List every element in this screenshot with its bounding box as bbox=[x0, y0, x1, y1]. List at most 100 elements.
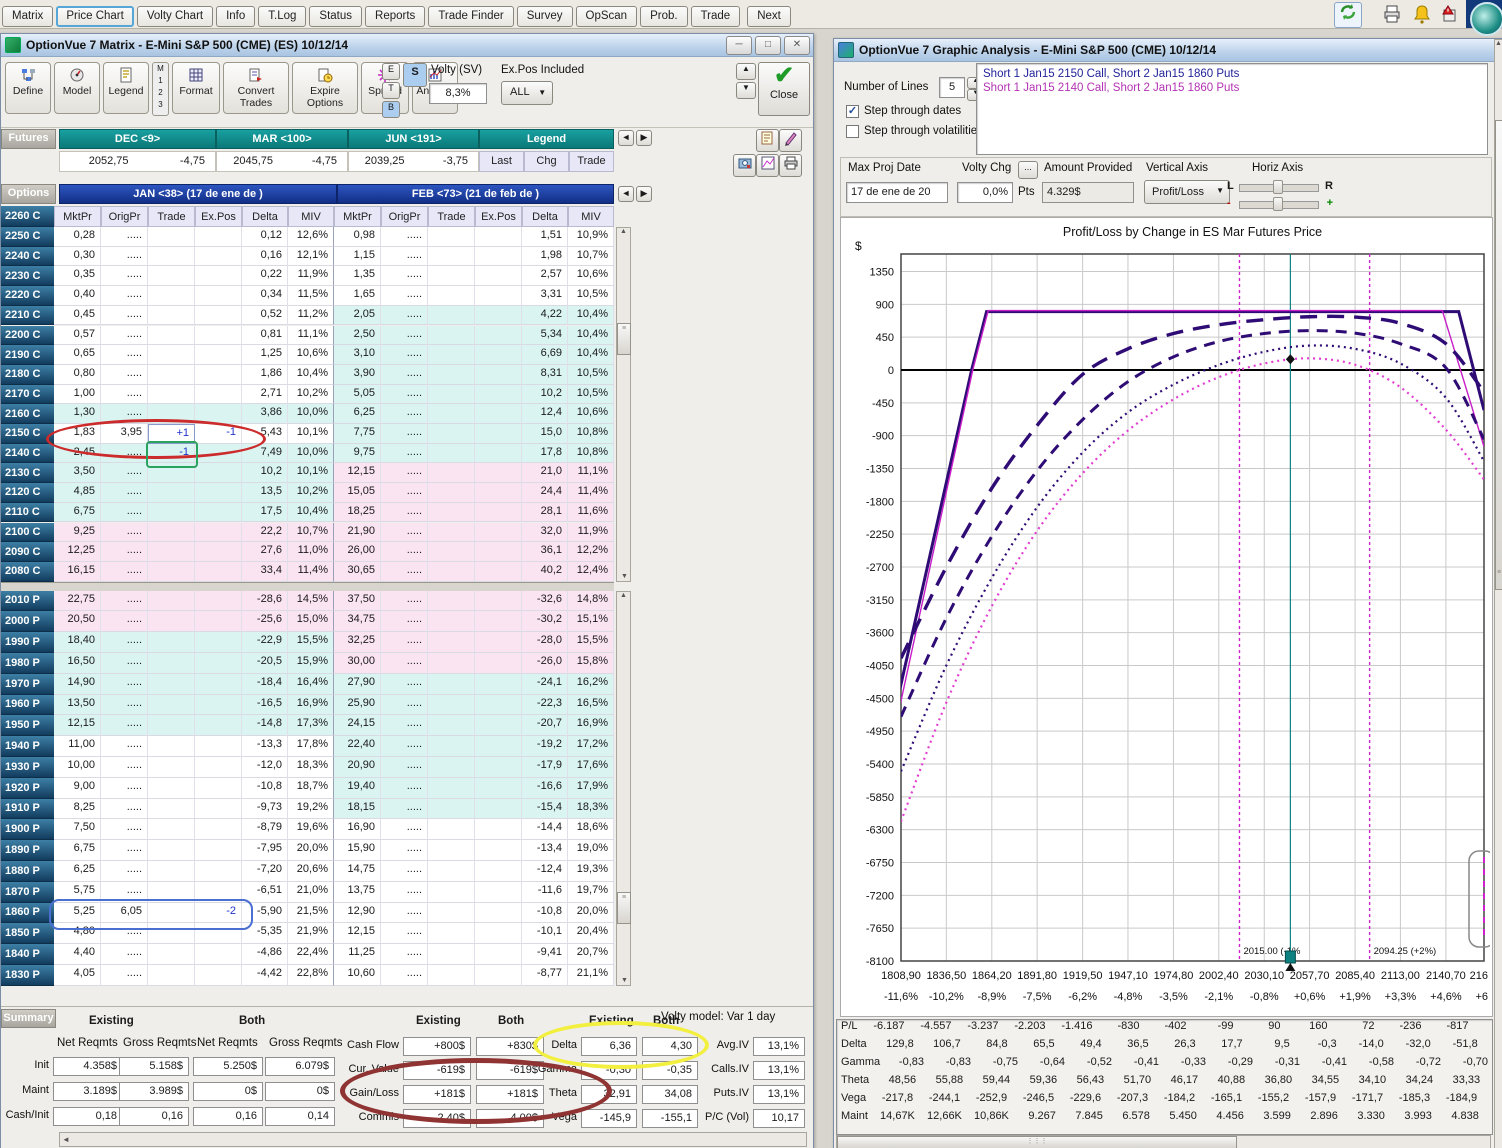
cell-2190C-delta-feb[interactable]: 6,69 bbox=[522, 345, 568, 365]
expire-options-button[interactable]: Expire Options bbox=[292, 62, 358, 114]
step-through-dates-checkbox[interactable]: ✓ bbox=[846, 105, 859, 118]
cell-2200C-expos-jan[interactable] bbox=[195, 326, 242, 346]
format-button[interactable]: Format bbox=[172, 62, 220, 114]
strategy-listbox[interactable]: Short 1 Jan15 2150 Call, Short 2 Jan15 1… bbox=[976, 63, 1488, 155]
cell-1980P-miv-feb[interactable]: 15,8% bbox=[568, 653, 614, 674]
cell-2200C-origpr-feb[interactable]: ..... bbox=[381, 326, 428, 346]
cell-2080C-trade-feb[interactable] bbox=[428, 562, 475, 582]
cell-1860P-delta-jan[interactable]: -5,90 bbox=[242, 903, 288, 924]
cell-1910P-expos-jan[interactable] bbox=[195, 799, 242, 820]
cell-1890P-expos-feb[interactable] bbox=[475, 840, 522, 861]
cell-1970P-mktpr-jan[interactable]: 14,90 bbox=[54, 674, 101, 695]
cell-2100C-miv-jan[interactable]: 10,7% bbox=[288, 523, 334, 543]
cell-2090C-expos-feb[interactable] bbox=[475, 542, 522, 562]
cell-2160C-trade-jan[interactable] bbox=[148, 404, 195, 424]
cell-2000P-origpr-feb[interactable]: ..... bbox=[381, 611, 428, 632]
cell-2170C-delta-feb[interactable]: 10,2 bbox=[522, 385, 568, 405]
cell-1910P-miv-jan[interactable]: 19,2% bbox=[288, 799, 334, 820]
cell-2180C-mktpr-feb[interactable]: 3,90 bbox=[334, 365, 381, 385]
cell-1970P-delta-feb[interactable]: -24,1 bbox=[522, 674, 568, 695]
cell-1840P-origpr-jan[interactable]: ..... bbox=[101, 944, 148, 965]
tab-survey[interactable]: Survey bbox=[517, 6, 573, 27]
cell-1830P-miv-feb[interactable]: 21,1% bbox=[568, 965, 614, 986]
cell-2150C-trade-jan[interactable]: +1 bbox=[148, 424, 195, 444]
cell-2250C-origpr-feb[interactable]: ..... bbox=[381, 227, 428, 247]
cell-1970P-miv-jan[interactable]: 16,4% bbox=[288, 674, 334, 695]
cell-1960P-miv-jan[interactable]: 16,9% bbox=[288, 695, 334, 716]
cell-2080C-mktpr-jan[interactable]: 16,15 bbox=[54, 562, 101, 582]
cell-2190C-mktpr-jan[interactable]: 0,65 bbox=[54, 345, 101, 365]
cell-1930P-miv-feb[interactable]: 17,6% bbox=[568, 757, 614, 778]
cell-2220C-trade-jan[interactable] bbox=[148, 286, 195, 306]
cell-1920P-origpr-feb[interactable]: ..... bbox=[381, 778, 428, 799]
cell-1930P-trade-feb[interactable] bbox=[428, 757, 475, 778]
cell-1870P-mktpr-jan[interactable]: 5,75 bbox=[54, 882, 101, 903]
cell-2120C-delta-jan[interactable]: 13,5 bbox=[242, 483, 288, 503]
strike-label[interactable]: 1920 P bbox=[1, 778, 54, 799]
strike-label[interactable]: 1950 P bbox=[1, 715, 54, 736]
cell-1930P-expos-jan[interactable] bbox=[195, 757, 242, 778]
cell-1880P-mktpr-jan[interactable]: 6,25 bbox=[54, 861, 101, 882]
cell-1940P-expos-feb[interactable] bbox=[475, 736, 522, 757]
col-header-feb-expos[interactable]: Ex.Pos bbox=[475, 206, 522, 227]
cell-1910P-expos-feb[interactable] bbox=[475, 799, 522, 820]
cell-2200C-expos-feb[interactable] bbox=[475, 326, 522, 346]
cell-2200C-trade-feb[interactable] bbox=[428, 326, 475, 346]
cell-2090C-trade-feb[interactable] bbox=[428, 542, 475, 562]
cell-2240C-miv-jan[interactable]: 12,1% bbox=[288, 247, 334, 267]
table-row-2230C[interactable]: 2230 C0,35.....0,2211,9%1,35.....2,5710,… bbox=[1, 266, 633, 286]
cell-2100C-trade-jan[interactable] bbox=[148, 523, 195, 543]
cell-2240C-trade-jan[interactable] bbox=[148, 247, 195, 267]
table-row-2130C[interactable]: 2130 C3,50.....10,210,1%12,15.....21,011… bbox=[1, 463, 633, 483]
chart-icon-button[interactable] bbox=[756, 154, 779, 177]
cell-2100C-expos-jan[interactable] bbox=[195, 523, 242, 543]
cell-2120C-trade-feb[interactable] bbox=[428, 483, 475, 503]
cell-2110C-origpr-feb[interactable]: ..... bbox=[381, 503, 428, 523]
cell-1930P-mktpr-jan[interactable]: 10,00 bbox=[54, 757, 101, 778]
cell-1890P-delta-feb[interactable]: -13,4 bbox=[522, 840, 568, 861]
cell-1960P-delta-jan[interactable]: -16,5 bbox=[242, 695, 288, 716]
col-header-jan-miv[interactable]: MIV bbox=[288, 206, 334, 227]
cell-2210C-origpr-jan[interactable]: ..... bbox=[101, 306, 148, 326]
cell-1900P-delta-jan[interactable]: -8,79 bbox=[242, 819, 288, 840]
graphic-vscrollbar[interactable]: ▲ ≡ bbox=[1494, 39, 1502, 1148]
cell-2170C-origpr-jan[interactable]: ..... bbox=[101, 385, 148, 405]
cell-1830P-mktpr-feb[interactable]: 10,60 bbox=[334, 965, 381, 986]
cell-2120C-miv-feb[interactable]: 11,4% bbox=[568, 483, 614, 503]
cell-1900P-trade-feb[interactable] bbox=[428, 819, 475, 840]
col-header-jan-delta[interactable]: Delta bbox=[242, 206, 288, 227]
cell-2080C-miv-feb[interactable]: 12,4% bbox=[568, 562, 614, 582]
cell-1930P-trade-jan[interactable] bbox=[148, 757, 195, 778]
cell-2090C-trade-jan[interactable] bbox=[148, 542, 195, 562]
cell-1960P-expos-feb[interactable] bbox=[475, 695, 522, 716]
tab-info[interactable]: Info bbox=[216, 6, 255, 27]
cell-2140C-miv-feb[interactable]: 10,8% bbox=[568, 444, 614, 464]
cell-2190C-trade-jan[interactable] bbox=[148, 345, 195, 365]
cell-1960P-origpr-jan[interactable]: ..... bbox=[101, 695, 148, 716]
sync-icon[interactable] bbox=[1334, 2, 1362, 28]
col-header-feb-trade[interactable]: Trade bbox=[428, 206, 475, 227]
cell-1910P-origpr-feb[interactable]: ..... bbox=[381, 799, 428, 820]
cell-1880P-expos-feb[interactable] bbox=[475, 861, 522, 882]
cell-2190C-origpr-jan[interactable]: ..... bbox=[101, 345, 148, 365]
table-row-1990P[interactable]: 1990 P18,40.....-22,915,5%32,25.....-28,… bbox=[1, 632, 633, 653]
cell-1860P-mktpr-jan[interactable]: 5,25 bbox=[54, 903, 101, 924]
cell-2160C-mktpr-jan[interactable]: 1,30 bbox=[54, 404, 101, 424]
cell-2230C-delta-jan[interactable]: 0,22 bbox=[242, 266, 288, 286]
cell-1910P-trade-feb[interactable] bbox=[428, 799, 475, 820]
strike-label[interactable]: 1850 P bbox=[1, 923, 54, 944]
cell-1940P-miv-feb[interactable]: 17,2% bbox=[568, 736, 614, 757]
cell-2140C-trade-feb[interactable] bbox=[428, 444, 475, 464]
cell-2200C-miv-feb[interactable]: 10,4% bbox=[568, 326, 614, 346]
cell-1970P-trade-jan[interactable] bbox=[148, 674, 195, 695]
strike-label[interactable]: 1930 P bbox=[1, 757, 54, 778]
cell-1990P-trade-feb[interactable] bbox=[428, 632, 475, 653]
cell-1960P-delta-feb[interactable]: -22,3 bbox=[522, 695, 568, 716]
cell-2180C-miv-jan[interactable]: 10,4% bbox=[288, 365, 334, 385]
cell-2220C-origpr-feb[interactable]: ..... bbox=[381, 286, 428, 306]
cell-2250C-mktpr-jan[interactable]: 0,28 bbox=[54, 227, 101, 247]
cell-1910P-trade-jan[interactable] bbox=[148, 799, 195, 820]
cell-1910P-miv-feb[interactable]: 18,3% bbox=[568, 799, 614, 820]
cell-2190C-expos-jan[interactable] bbox=[195, 345, 242, 365]
close-button[interactable]: ✔ Close bbox=[758, 62, 810, 116]
